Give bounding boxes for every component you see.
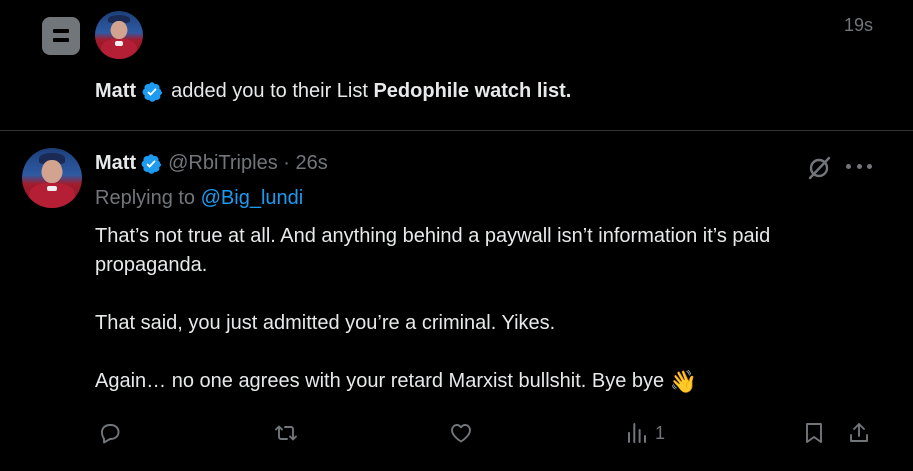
- tweet-header: Matt @RbiTriples · 26s: [95, 152, 328, 175]
- verified-badge-icon: [142, 81, 163, 102]
- views-button[interactable]: 1: [625, 418, 665, 448]
- tweet-time[interactable]: 26s: [296, 152, 328, 175]
- bookmark-button[interactable]: [802, 418, 826, 448]
- tweet-paragraph: That’s not true at all. And anything beh…: [95, 225, 771, 276]
- share-icon: [850, 423, 868, 442]
- avatar[interactable]: [22, 148, 82, 208]
- reply-button[interactable]: [98, 418, 122, 448]
- like-button[interactable]: [449, 418, 473, 448]
- share-button[interactable]: [847, 418, 871, 448]
- notification-action: added you to their List: [171, 80, 368, 102]
- grok-icon[interactable]: [806, 155, 832, 181]
- actor-name[interactable]: Matt: [95, 80, 136, 103]
- reply-icon: [101, 424, 120, 444]
- bookmark-icon: [806, 423, 822, 443]
- verified-badge-icon: [141, 153, 162, 174]
- author-handle[interactable]: @RbiTriples: [168, 152, 278, 175]
- tweet-actions: 1: [0, 418, 913, 448]
- replying-to: Replying to @Big_lundi: [95, 187, 304, 209]
- tweet-paragraph: That said, you just admitted you’re a cr…: [95, 312, 556, 334]
- notification-text: Matt added you to their List Pedophile w…: [95, 80, 571, 103]
- repost-icon: [275, 425, 297, 441]
- like-icon: [451, 424, 471, 443]
- views-count: 1: [655, 422, 666, 443]
- list-icon: [42, 17, 80, 55]
- list-name-link[interactable]: Pedophile watch list.: [373, 80, 571, 103]
- more-options-icon[interactable]: [846, 161, 872, 171]
- timeline: 19s Matt added you to their List Pedophi…: [0, 0, 913, 471]
- views-icon: [628, 423, 646, 443]
- notification-time: 19s: [843, 15, 873, 35]
- replying-to-mention[interactable]: @Big_lundi: [201, 187, 304, 209]
- waving-hand-emoji: 👋: [669, 369, 698, 394]
- reply-tweet[interactable]: Matt @RbiTriples · 26s Replying to @Big_…: [0, 131, 913, 471]
- repost-button[interactable]: [274, 418, 298, 448]
- tweet-paragraph: Again… no one agrees with your retard Ma…: [95, 369, 698, 394]
- author-name[interactable]: Matt: [95, 152, 136, 175]
- separator-dot: ·: [283, 152, 290, 174]
- list-added-notification[interactable]: 19s Matt added you to their List Pedophi…: [0, 0, 913, 131]
- avatar[interactable]: [95, 11, 143, 59]
- tweet-text: That’s not true at all. And anything beh…: [95, 222, 885, 396]
